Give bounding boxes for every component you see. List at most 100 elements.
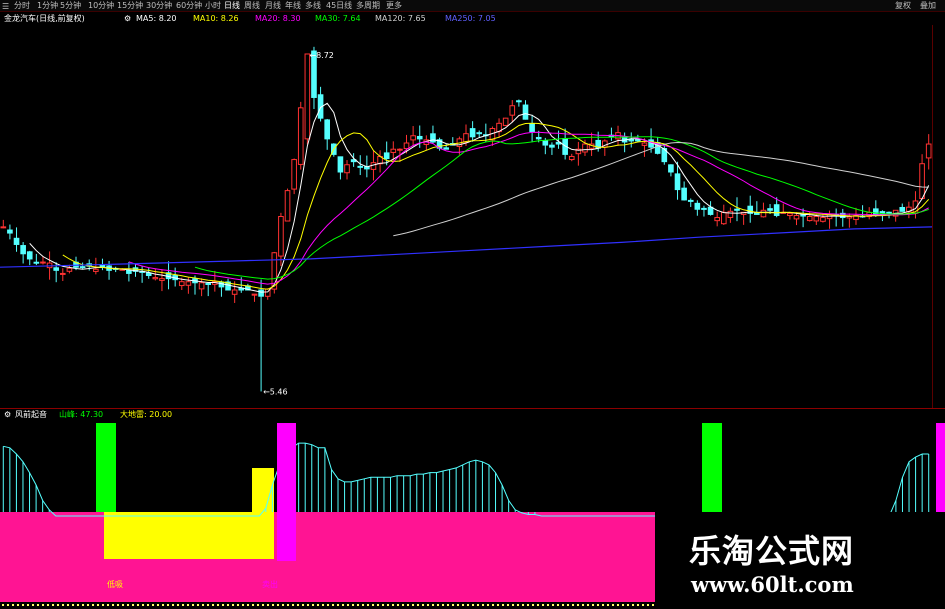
candle-body — [919, 163, 925, 199]
baseline-dot — [57, 604, 59, 606]
tab-15[interactable]: 更多 — [386, 0, 402, 11]
baseline-dot — [362, 604, 364, 606]
candle-body — [502, 117, 509, 126]
baseline-dot — [517, 604, 519, 606]
indicator-icon[interactable]: ⚙ — [4, 409, 11, 421]
baseline-dot — [552, 604, 554, 606]
tab-10[interactable]: 月线 — [265, 0, 281, 11]
baseline-dot — [132, 604, 134, 606]
tab-11[interactable]: 年线 — [285, 0, 301, 11]
baseline-dot — [37, 604, 39, 606]
tab-1[interactable]: 1分钟 — [37, 0, 58, 11]
candle-body — [806, 216, 813, 222]
baseline-dot — [547, 604, 549, 606]
baseline-dot — [267, 604, 269, 606]
baseline-dot — [217, 604, 219, 606]
candle-body — [787, 212, 793, 217]
candle-body — [542, 140, 549, 146]
indicator-info: ⚙ 风前起音 山峰: 47.30 大地雷: 20.00 — [0, 409, 945, 421]
baseline-dot — [337, 604, 339, 606]
baseline-dot — [152, 604, 154, 606]
baseline-dot — [407, 604, 409, 606]
tab-12[interactable]: 多线 — [305, 0, 321, 11]
baseline-dot — [537, 604, 539, 606]
baseline-dot — [642, 604, 644, 606]
baseline-dot — [432, 604, 434, 606]
baseline-dot — [282, 604, 284, 606]
baseline-dot — [197, 604, 199, 606]
toolbar-right-0[interactable]: 复权 — [895, 0, 911, 11]
shanfeng-value: 山峰: 47.30 — [59, 410, 104, 419]
baseline-dot — [82, 604, 84, 606]
baseline-dot — [112, 604, 114, 606]
tab-2[interactable]: 5分钟 — [60, 0, 81, 11]
baseline-dot — [72, 604, 74, 606]
tab-5[interactable]: 30分钟 — [146, 0, 172, 11]
baseline-dot — [397, 604, 399, 606]
chart-title: 金龙汽车(日线,前复权) — [4, 14, 85, 23]
tab-7[interactable]: 小时 — [205, 0, 221, 11]
baseline-dot — [192, 604, 194, 606]
tab-0[interactable]: 分时 — [14, 0, 30, 11]
shanfeng-outline — [3, 442, 929, 517]
baseline-dot — [307, 604, 309, 606]
candle-body — [410, 135, 416, 141]
high-price-label: ←8.72 — [309, 51, 334, 60]
baseline-dot — [302, 604, 304, 606]
watermark-title: 乐淘公式网 — [689, 532, 855, 570]
dadilei-block — [0, 512, 655, 602]
tab-13[interactable]: 45日线 — [326, 0, 352, 11]
tab-4[interactable]: 15分钟 — [117, 0, 143, 11]
candle-body — [568, 155, 575, 161]
candlestick-chart[interactable]: ←8.72 ←5.46 — [0, 25, 932, 408]
baseline-dot — [522, 604, 524, 606]
candle-body — [714, 217, 720, 222]
baseline-dot — [212, 604, 214, 606]
baseline-dot — [382, 604, 384, 606]
tab-9[interactable]: 周线 — [244, 0, 260, 11]
baseline-dot — [562, 604, 564, 606]
candle-body — [674, 173, 681, 191]
baseline-dot — [597, 604, 599, 606]
baseline-dot — [62, 604, 64, 606]
tab-8[interactable]: 日线 — [224, 0, 240, 11]
tab-3[interactable]: 10分钟 — [88, 0, 114, 11]
candle-body — [734, 208, 740, 211]
candle-body — [13, 237, 20, 245]
baseline-dot — [472, 604, 474, 606]
candle-body — [66, 267, 73, 272]
baseline-dot — [232, 604, 234, 606]
baseline-dot — [492, 604, 494, 606]
candle-body — [218, 281, 225, 288]
baseline-dot — [127, 604, 129, 606]
candle-body — [509, 105, 516, 116]
baseline-dot — [162, 604, 164, 606]
baseline-dot — [42, 604, 44, 606]
baseline-dot — [452, 604, 454, 606]
candle-body — [820, 217, 826, 222]
candle-body — [925, 143, 932, 159]
baseline-dot — [277, 604, 279, 606]
green-signal-bar — [96, 423, 116, 512]
watermark-url: www.60lt.com — [691, 572, 854, 597]
candle-body — [185, 281, 192, 286]
tab-14[interactable]: 多周期 — [356, 0, 380, 11]
baseline-dot — [142, 604, 144, 606]
menu-icon[interactable]: ☰ — [2, 1, 9, 11]
candle-body — [800, 214, 806, 217]
tab-6[interactable]: 60分钟 — [176, 0, 202, 11]
baseline-dot — [542, 604, 544, 606]
baseline-dot — [137, 604, 139, 606]
baseline-dot — [387, 604, 389, 606]
baseline-dot — [322, 604, 324, 606]
settings-icon[interactable]: ⚙ — [124, 13, 131, 25]
candle-body — [278, 216, 284, 257]
candle-body — [33, 261, 40, 264]
toolbar-right-1[interactable]: 叠加 — [920, 0, 936, 11]
baseline-dot — [367, 604, 369, 606]
baseline-dot — [427, 604, 429, 606]
baseline-dot — [262, 604, 264, 606]
candle-body — [53, 267, 59, 271]
dadilei-value: 大地雷: 20.00 — [120, 410, 173, 419]
baseline-dot — [207, 604, 209, 606]
